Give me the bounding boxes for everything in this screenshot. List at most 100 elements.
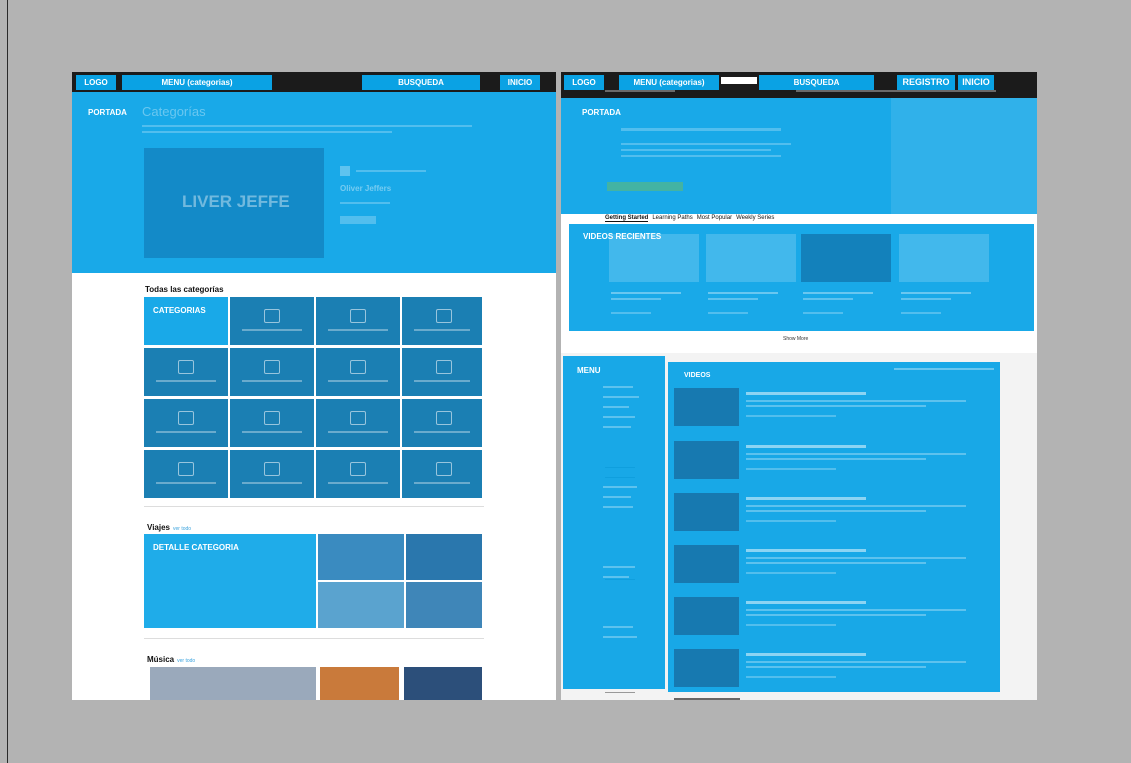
sidebar-item[interactable] [603, 506, 633, 508]
sidebar-item[interactable] [603, 416, 635, 418]
category-tile[interactable] [144, 297, 228, 345]
pagination-bar[interactable] [674, 698, 740, 700]
sidebar-item[interactable] [603, 486, 637, 488]
category-caption [414, 431, 470, 433]
video-row[interactable] [674, 388, 994, 432]
sub-nav-links[interactable] [796, 90, 996, 92]
category-tile[interactable] [316, 450, 400, 498]
sidebar-item[interactable] [603, 396, 639, 398]
category-icon [178, 411, 194, 425]
music-section-title: Música ver todo [147, 655, 195, 664]
sidebar-item[interactable] [603, 406, 629, 408]
category-tile[interactable] [316, 297, 400, 345]
music-thumbnail[interactable] [404, 667, 482, 700]
travel-thumbnail[interactable] [406, 534, 482, 580]
videos-list-block: VIDEOS [668, 362, 1000, 692]
recent-videos-block: VIDEOS RECIENTES [569, 224, 1034, 331]
tab-learning-paths[interactable]: Learning Paths [652, 215, 692, 221]
sidebar-item[interactable] [603, 636, 637, 638]
category-caption [414, 380, 470, 382]
search-button[interactable]: BUSQUEDA [759, 75, 874, 90]
category-tile[interactable] [230, 348, 314, 396]
menu-categories-button[interactable]: MENU (categorias) [619, 75, 719, 90]
sidebar-item[interactable] [603, 576, 629, 578]
hero-banner-text: LIVER JEFFE [182, 192, 290, 211]
hero-ghost-button[interactable] [340, 216, 376, 224]
travel-thumbnail[interactable] [318, 582, 404, 628]
category-tile[interactable] [402, 399, 482, 447]
hero-cta-button[interactable] [607, 182, 683, 191]
category-tile[interactable] [144, 450, 228, 498]
category-tile[interactable] [402, 348, 482, 396]
sidebar-item[interactable] [603, 426, 631, 428]
category-tile[interactable] [316, 399, 400, 447]
category-tile[interactable] [230, 297, 314, 345]
tab-most-popular[interactable]: Most Popular [697, 215, 732, 221]
home-button[interactable]: INICIO [958, 75, 994, 90]
category-tile[interactable] [402, 450, 482, 498]
category-icon [264, 360, 280, 374]
hero-ghost-line [142, 125, 472, 127]
category-tile[interactable] [402, 297, 482, 345]
music-feature-image[interactable] [150, 667, 316, 700]
sidebar-item[interactable] [603, 386, 633, 388]
hero-ghost-line [621, 143, 791, 145]
video-meta-line [746, 468, 836, 470]
video-card[interactable] [899, 234, 989, 319]
video-thumbnail [801, 234, 891, 282]
video-row[interactable] [674, 545, 994, 589]
search-button[interactable]: BUSQUEDA [362, 75, 480, 90]
travel-thumbnail[interactable] [318, 534, 404, 580]
video-thumbnail [674, 597, 739, 635]
wireframe-categories-page: LOGO MENU (categorias) BUSQUEDA INICIO P… [72, 72, 556, 700]
section-divider [144, 638, 484, 639]
video-card[interactable] [609, 234, 699, 319]
search-field[interactable] [721, 77, 757, 84]
menu-categories-button[interactable]: MENU (categorias) [122, 75, 272, 90]
video-card[interactable] [706, 234, 796, 319]
video-row[interactable] [674, 597, 994, 641]
video-title-line [746, 497, 866, 500]
sidebar-item[interactable] [603, 566, 635, 568]
category-icon [436, 411, 452, 425]
category-caption [242, 431, 302, 433]
category-caption [328, 482, 388, 484]
tab-weekly-series[interactable]: Weekly Series [736, 215, 774, 221]
category-icon [350, 411, 366, 425]
category-icon [350, 360, 366, 374]
music-see-all-link[interactable]: ver todo [177, 658, 195, 664]
videos-filter-links[interactable] [894, 368, 994, 370]
category-tile[interactable] [230, 450, 314, 498]
category-tile[interactable] [230, 399, 314, 447]
video-card[interactable] [801, 234, 891, 319]
travel-see-all-link[interactable]: ver todo [173, 526, 191, 532]
video-row[interactable] [674, 649, 994, 693]
category-tile[interactable] [144, 348, 228, 396]
sidebar-item[interactable] [603, 496, 631, 498]
category-icon [436, 360, 452, 374]
category-tile[interactable] [144, 399, 228, 447]
music-thumbnail[interactable] [320, 667, 399, 700]
tab-getting-started[interactable]: Getting Started [605, 215, 649, 222]
logo-button[interactable]: LOGO [564, 75, 604, 90]
menu-link-line[interactable] [605, 692, 635, 693]
video-meta-line [708, 298, 758, 300]
video-row[interactable] [674, 493, 994, 537]
video-title-line [746, 445, 866, 448]
video-title-line [901, 292, 971, 294]
sub-nav-links[interactable] [605, 90, 675, 92]
video-row[interactable] [674, 441, 994, 485]
video-date-line [708, 312, 748, 314]
sidebar-item[interactable] [603, 626, 633, 628]
category-tile[interactable] [316, 348, 400, 396]
hero-ghost-line [340, 202, 390, 204]
logo-button[interactable]: LOGO [76, 75, 116, 90]
all-categories-title: Todas las categorías [145, 285, 224, 294]
travel-thumbnail[interactable] [406, 582, 482, 628]
show-more-link[interactable]: Show More [783, 336, 808, 342]
register-button[interactable]: REGISTRO [897, 75, 955, 90]
hero-ghost-heading: Categorías [142, 104, 206, 119]
hero-label: PORTADA [582, 108, 621, 117]
category-caption [414, 329, 470, 331]
home-button[interactable]: INICIO [500, 75, 540, 90]
